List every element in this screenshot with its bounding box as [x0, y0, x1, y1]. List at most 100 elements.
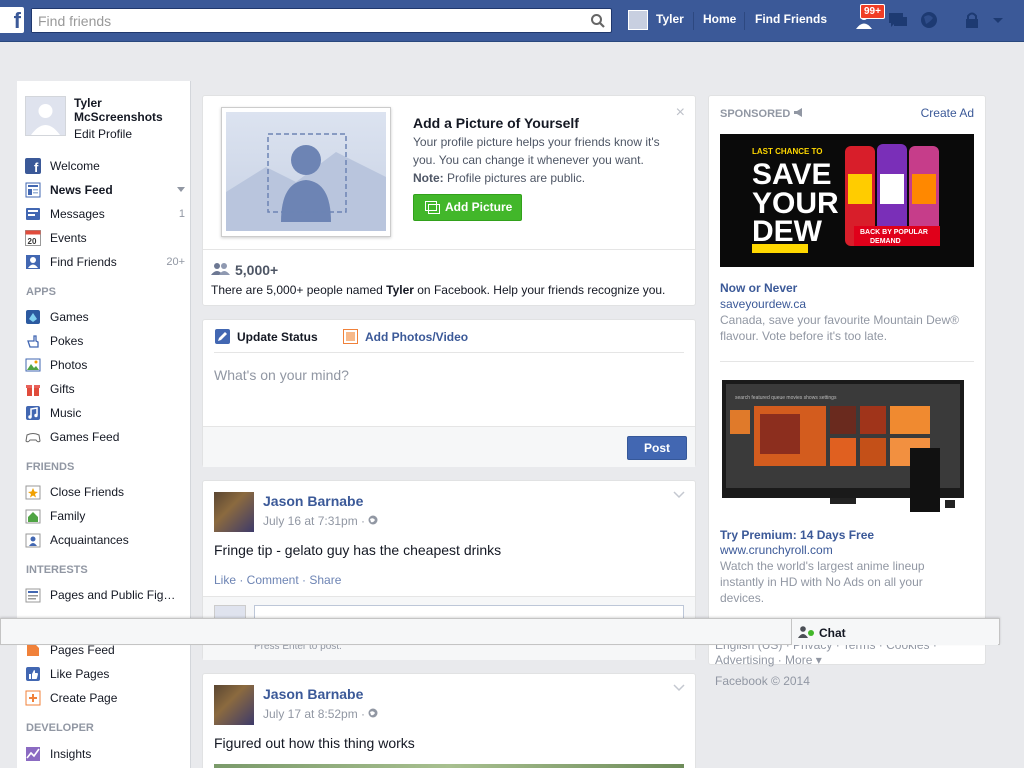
story-author[interactable]: Jason Barnabe — [263, 686, 363, 702]
note-label: Note: — [413, 171, 444, 185]
events-icon: 20 — [25, 230, 41, 246]
mountain-dew-ad-image[interactable]: LAST CHANCE TO SAVE YOUR DEW BACK BY POP… — [720, 134, 974, 267]
search-icon[interactable] — [590, 13, 606, 29]
pages-public-figures-icon — [25, 588, 41, 603]
sidebar-item-label: Games Feed — [50, 430, 120, 444]
sidebar-item-photos[interactable]: Photos — [25, 357, 185, 377]
svg-text:DEW: DEW — [752, 215, 823, 248]
sidebar-item-news-feed[interactable]: News Feed — [25, 182, 185, 202]
messages-icon[interactable] — [887, 10, 909, 30]
welcome-icon: f — [25, 158, 41, 174]
chat-label: Chat — [819, 626, 846, 640]
facebook-logo[interactable]: f — [0, 7, 24, 33]
apps-section-header[interactable]: APPS — [26, 286, 56, 298]
story-actions[interactable]: Like · Comment · Share — [214, 573, 341, 587]
interests-section-header[interactable]: INTERESTS — [26, 564, 88, 576]
close-icon[interactable]: × — [676, 104, 685, 122]
nav-profile-link[interactable]: Tyler — [656, 12, 684, 26]
divider — [720, 361, 974, 362]
games-icon — [26, 310, 40, 324]
news-feed-icon — [25, 182, 41, 198]
acquaintances-icon — [25, 533, 41, 548]
story-timestamp[interactable]: July 17 at 8:52pm · — [263, 707, 378, 721]
music-icon — [26, 406, 40, 420]
sidebar-item-label: Games — [50, 310, 89, 324]
photo-video-icon — [343, 329, 358, 344]
gifts-icon — [26, 385, 40, 396]
status-input[interactable]: What's on your mind? — [214, 367, 349, 383]
chevron-down-icon[interactable] — [673, 684, 685, 692]
nav-divider — [744, 12, 745, 30]
profile-name-line: Tyler — [74, 96, 102, 110]
sidebar-item-family[interactable]: Family — [25, 508, 185, 528]
svg-text:f: f — [34, 160, 39, 174]
avatar[interactable] — [214, 492, 254, 532]
nav-find-friends-link[interactable]: Find Friends — [755, 12, 827, 26]
sidebar-item-close-friends[interactable]: Close Friends — [25, 484, 185, 504]
post-button[interactable]: Post — [627, 436, 687, 460]
avatar[interactable] — [628, 10, 648, 30]
games-feed-icon — [25, 433, 41, 443]
nav-home-link[interactable]: Home — [703, 12, 736, 26]
profile-name-line: McScreenshots — [74, 110, 163, 124]
crunchyroll-ad-image[interactable]: search featured queue movies shows setti… — [720, 380, 974, 516]
ad-title[interactable]: Try Premium: 14 Days Free — [720, 528, 874, 542]
sidebar-item-acquaintances[interactable]: Acquaintances — [25, 532, 185, 552]
footer-links-line[interactable]: Advertising · More ▾ — [715, 653, 985, 668]
tab-add-photos-video[interactable]: Add Photos/Video — [365, 330, 468, 344]
chevron-down-icon[interactable] — [673, 491, 685, 499]
close-friends-icon — [25, 485, 41, 500]
count-desc-text: There are 5,000+ people named — [211, 283, 387, 297]
avatar[interactable] — [214, 685, 254, 725]
story-text: Fringe tip - gelato guy has the cheapest… — [214, 542, 502, 558]
timestamp-text: July 17 at 8:52pm · — [263, 707, 369, 721]
profile-picture[interactable] — [25, 96, 66, 136]
sidebar-item-pokes[interactable]: Pokes — [25, 333, 185, 353]
sidebar-item-like-pages[interactable]: Like Pages — [25, 666, 185, 686]
sidebar-item-label: Events — [50, 231, 87, 245]
story-author[interactable]: Jason Barnabe — [263, 493, 363, 509]
sidebar-item-pages-public-figures[interactable]: Pages and Public Fig… — [25, 587, 185, 607]
sidebar-item-gifts[interactable]: Gifts — [25, 381, 185, 401]
chat-bar: Chat — [0, 618, 1000, 645]
sidebar-item-music[interactable]: Music — [25, 405, 185, 425]
tab-update-status[interactable]: Update Status — [237, 330, 318, 344]
sidebar-item-welcome[interactable]: f Welcome — [25, 158, 185, 178]
svg-text:search featured queue mo: search featured queue movies shows setti… — [735, 395, 837, 401]
privacy-icon[interactable] — [962, 10, 984, 30]
profile-name[interactable]: Tyler McScreenshots — [74, 96, 163, 124]
sidebar-item-events[interactable]: 20 Events — [25, 230, 185, 250]
copyright: Facebook © 2014 — [715, 674, 810, 688]
ad-title[interactable]: Now or Never — [720, 281, 797, 295]
developer-section-header[interactable]: DEVELOPER — [26, 722, 94, 734]
prompt-description-line: Your profile picture helps your friends … — [413, 135, 660, 149]
story-photo[interactable] — [214, 764, 684, 768]
sidebar-item-messages[interactable]: Messages 1 — [25, 206, 185, 226]
story-text: Figured out how this thing works — [214, 735, 415, 751]
notifications-icon[interactable] — [918, 10, 940, 30]
edit-profile-link[interactable]: Edit Profile — [74, 127, 132, 141]
sidebar-item-games[interactable]: Games — [25, 309, 185, 329]
sidebar-item-find-friends[interactable]: Find Friends 20+ — [25, 254, 185, 274]
search-input[interactable] — [32, 9, 572, 32]
ad-url[interactable]: www.crunchyroll.com — [720, 543, 833, 557]
chat-tab[interactable]: Chat — [791, 619, 998, 645]
sidebar-item-label: Insights — [50, 747, 92, 761]
add-picture-button[interactable]: Add Picture — [413, 194, 522, 221]
divider — [203, 249, 695, 250]
globe-icon — [368, 708, 378, 718]
messages-count: 1 — [178, 208, 185, 220]
profile-picture-placeholder[interactable] — [221, 107, 391, 237]
sidebar-item-label: Photos — [50, 358, 88, 372]
story-timestamp[interactable]: July 16 at 7:31pm · — [263, 514, 378, 528]
ad-url[interactable]: saveyourdew.ca — [720, 297, 806, 311]
prompt-description: Your profile picture helps your friends … — [413, 133, 683, 187]
sidebar-item-pages-feed[interactable]: Pages Feed — [25, 642, 185, 662]
create-ad-link[interactable]: Create Ad — [921, 106, 974, 120]
settings-arrow-icon[interactable] — [992, 10, 1004, 30]
sidebar-item-create-page[interactable]: Create Page — [25, 690, 185, 710]
chevron-down-icon[interactable] — [177, 187, 185, 193]
sidebar-item-insights[interactable]: Insights — [25, 746, 185, 766]
sidebar-item-games-feed[interactable]: Games Feed — [25, 429, 185, 449]
friends-section-header[interactable]: FRIENDS — [26, 461, 74, 473]
